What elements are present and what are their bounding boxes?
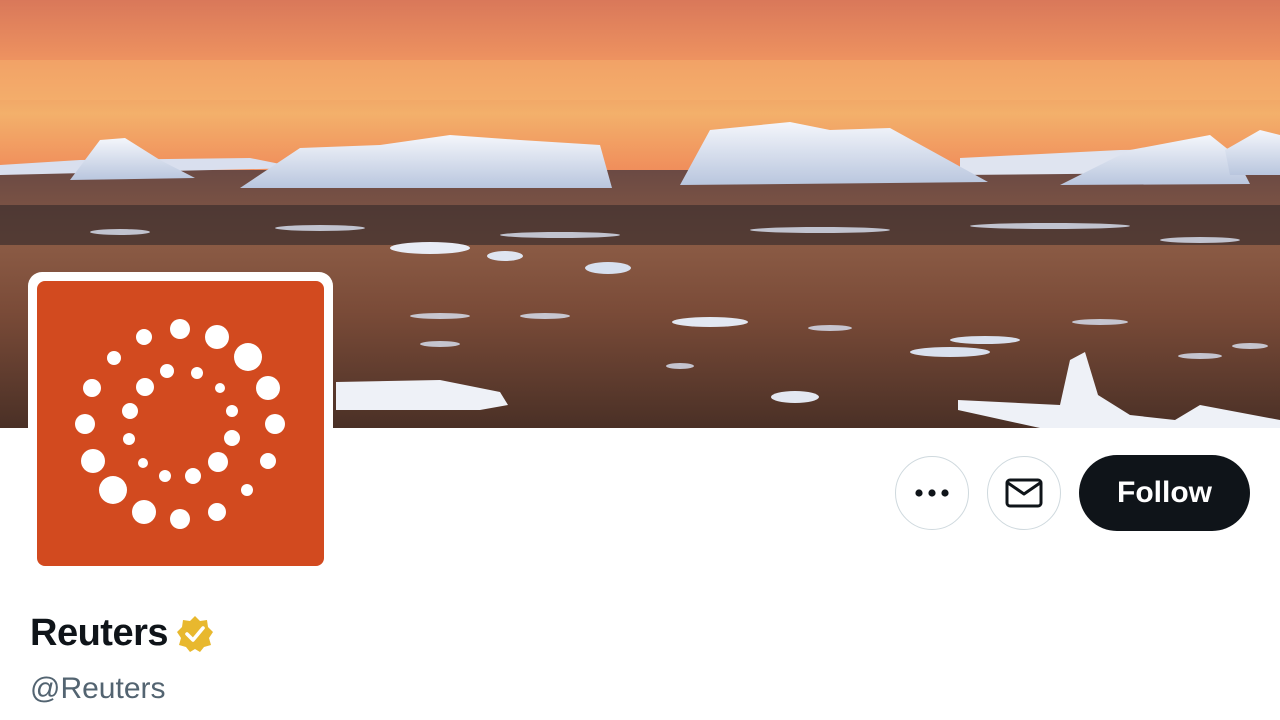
more-button[interactable]: [895, 456, 970, 530]
reuters-logo: [37, 281, 324, 566]
display-name: Reuters: [30, 612, 169, 654]
profile-handle: @Reuters: [30, 672, 166, 705]
verified-badge-icon[interactable]: [176, 615, 214, 653]
profile-page: Follow Reuters @Reuters: [0, 0, 1280, 720]
profile-name-row: Reuters: [30, 612, 214, 655]
profile-avatar[interactable]: [28, 272, 333, 575]
profile-actions: Follow: [895, 455, 1250, 531]
reuters-dot-logo-icon: [75, 319, 285, 529]
message-button[interactable]: [987, 456, 1062, 530]
more-icon: [915, 489, 949, 497]
follow-button[interactable]: Follow: [1079, 455, 1250, 531]
envelope-icon: [1005, 478, 1043, 508]
